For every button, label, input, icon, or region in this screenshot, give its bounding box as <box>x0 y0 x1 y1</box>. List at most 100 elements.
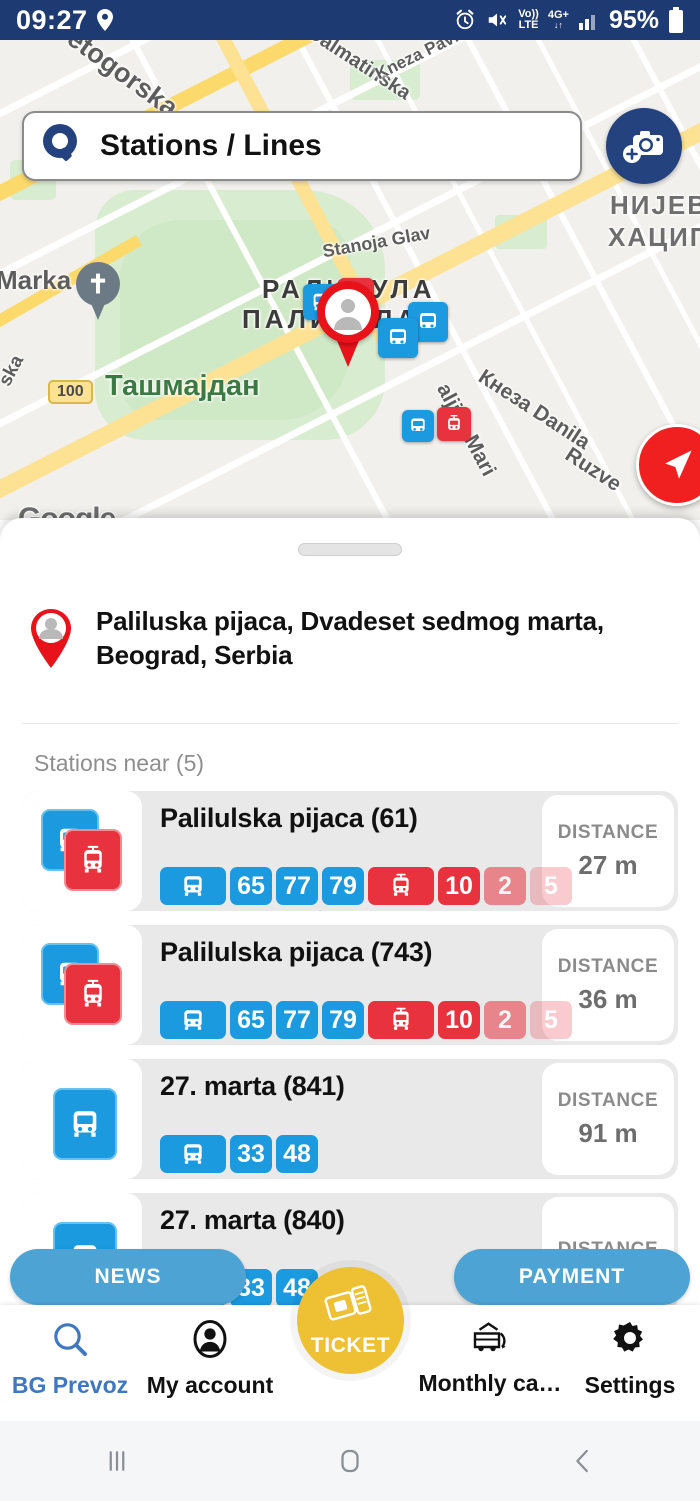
nav-item-my-account[interactable]: My account <box>140 1305 280 1399</box>
line-badge[interactable]: 5 <box>530 867 572 905</box>
news-button[interactable]: NEWS <box>10 1249 246 1305</box>
line-badge-bus-icon <box>160 867 226 905</box>
stations-near-label: Stations near (5) <box>34 750 205 776</box>
home-icon <box>341 1449 359 1473</box>
signal-bars-icon <box>578 10 600 30</box>
recents-button[interactable] <box>0 1446 233 1476</box>
line-badge[interactable]: 48 <box>276 1135 318 1173</box>
station-row[interactable]: Palilulska pijaca (61) 65 77 79 10 2 5 D… <box>22 791 678 911</box>
status-bar: 09:27 Vo)) LTE 4G+ ↓↑ 95% <box>0 0 700 40</box>
nav-label: Monthly ca… <box>418 1370 562 1396</box>
line-badge[interactable]: 2 <box>484 867 526 905</box>
station-name: Palilulska pijaca (61) <box>160 803 418 833</box>
address-pin-icon <box>28 604 74 675</box>
battery-icon <box>668 7 684 33</box>
user-location-pin-icon <box>317 281 379 367</box>
status-bar-left: 09:27 <box>16 5 114 36</box>
station-type-icons <box>22 1059 142 1179</box>
bus-card-icon <box>53 1088 117 1160</box>
stations-list[interactable]: Palilulska pijaca (61) 65 77 79 10 2 5 D… <box>0 777 700 1313</box>
alarm-clock-icon <box>454 9 476 31</box>
navigation-arrow-icon <box>665 450 692 479</box>
monthly-card-bus-icon <box>469 1319 511 1362</box>
station-distance: DISTANCE 91 m <box>542 1063 674 1175</box>
station-type-icons <box>22 925 142 1045</box>
line-badge[interactable]: 2 <box>484 1001 526 1039</box>
nav-item-settings[interactable]: Settings <box>560 1305 700 1399</box>
tram-card-icon <box>64 829 122 891</box>
distance-label: DISTANCE <box>557 955 659 977</box>
line-badges[interactable]: 65 77 79 10 2 5 <box>160 867 572 905</box>
station-type-icons <box>22 791 142 911</box>
search-icon <box>50 1319 90 1364</box>
church-pin-icon: ✝ <box>76 262 120 322</box>
distance-value: 91 m <box>578 1117 638 1148</box>
network-type-indicator: 4G+ ↓↑ <box>547 9 569 30</box>
station-info: Palilulska pijaca (61) 65 77 79 10 2 5 <box>142 791 572 911</box>
line-badge[interactable]: 79 <box>322 1001 364 1039</box>
station-row[interactable]: 27. marta (841) 33 48 DISTANCE 91 m <box>22 1059 678 1179</box>
address-text: Paliluska pijaca, Dvadeset sedmog marta,… <box>96 606 604 671</box>
line-badge[interactable]: 79 <box>322 867 364 905</box>
ticket-button[interactable]: TICKET <box>297 1267 404 1374</box>
gear-icon <box>610 1319 650 1364</box>
nav-label: My account <box>146 1372 274 1398</box>
ticket-label: TICKET <box>310 1333 391 1357</box>
nav-label: BG Prevoz <box>11 1372 129 1398</box>
app-root: 09:27 Vo)) LTE 4G+ ↓↑ 95% Svetogorska Da… <box>0 0 700 1501</box>
payment-button[interactable]: PAYMENT <box>454 1249 690 1305</box>
line-badge[interactable]: 77 <box>276 867 318 905</box>
back-button[interactable] <box>467 1446 700 1476</box>
nav-item-bg-prevoz[interactable]: BG Prevoz <box>0 1305 140 1399</box>
line-badge[interactable]: 5 <box>530 1001 572 1039</box>
home-button[interactable] <box>233 1446 466 1476</box>
status-bar-right: Vo)) LTE 4G+ ↓↑ 95% <box>454 6 684 35</box>
line-badges[interactable]: 65 77 79 10 2 5 <box>160 1001 572 1039</box>
search-icon <box>38 121 84 172</box>
line-badge-tram-icon <box>368 1001 434 1039</box>
line-badges[interactable]: 33 48 <box>160 1135 318 1173</box>
volume-mute-icon <box>485 9 509 31</box>
station-name: 27. marta (840) <box>160 1205 345 1235</box>
line-badge[interactable]: 65 <box>230 1001 272 1039</box>
map-label: Marka <box>0 265 72 295</box>
recents-icon <box>109 1451 125 1471</box>
android-navigation-bar <box>0 1421 700 1501</box>
selected-address: Paliluska pijaca, Dvadeset sedmog marta,… <box>0 556 700 675</box>
battery-percent: 95% <box>608 5 659 34</box>
add-camera-button[interactable] <box>606 108 682 184</box>
distance-label: DISTANCE <box>557 821 659 843</box>
line-badge[interactable]: 33 <box>230 1135 272 1173</box>
line-badge[interactable]: 10 <box>438 1001 480 1039</box>
line-badge[interactable]: 10 <box>438 867 480 905</box>
map-label-tasmajdan: Ташмајдан <box>105 370 260 402</box>
location-pin-icon <box>96 9 114 31</box>
map-stop-chip-tram[interactable] <box>437 407 471 441</box>
tram-card-icon <box>64 963 122 1025</box>
line-badge-bus-icon <box>160 1135 226 1173</box>
search-input[interactable]: Stations / Lines <box>100 129 322 163</box>
station-info: Palilulska pijaca (743) 65 77 79 10 2 5 <box>142 925 572 1045</box>
tickets-icon <box>324 1284 378 1333</box>
status-time: 09:27 <box>16 4 88 35</box>
distance-value: 36 m <box>578 983 638 1014</box>
distance-value: 27 m <box>578 849 638 880</box>
nav-item-monthly-card[interactable]: Monthly ca… <box>418 1305 562 1397</box>
account-avatar-icon <box>190 1319 230 1364</box>
station-name: Palilulska pijaca (743) <box>160 937 433 967</box>
map-label-right-top: НИЈЕВА <box>610 190 700 220</box>
sheet-drag-handle[interactable] <box>298 543 402 556</box>
distance-label: DISTANCE <box>557 1089 659 1111</box>
station-name: 27. marta (841) <box>160 1071 345 1101</box>
nav-label: Settings <box>584 1372 676 1398</box>
map-label-right: ХАЦИП <box>608 222 700 252</box>
station-row[interactable]: Palilulska pijaca (743) 65 77 79 10 2 5 … <box>22 925 678 1045</box>
map-stop-chip-bus[interactable] <box>402 410 434 442</box>
map-stop-chip-bus[interactable] <box>378 318 418 358</box>
volte-indicator: Vo)) LTE <box>518 8 539 31</box>
line-badge[interactable]: 77 <box>276 1001 318 1039</box>
add-camera-icon <box>623 131 663 163</box>
search-bar[interactable]: Stations / Lines <box>22 111 582 181</box>
line-badge[interactable]: 65 <box>230 867 272 905</box>
line-badge-bus-icon <box>160 1001 226 1039</box>
